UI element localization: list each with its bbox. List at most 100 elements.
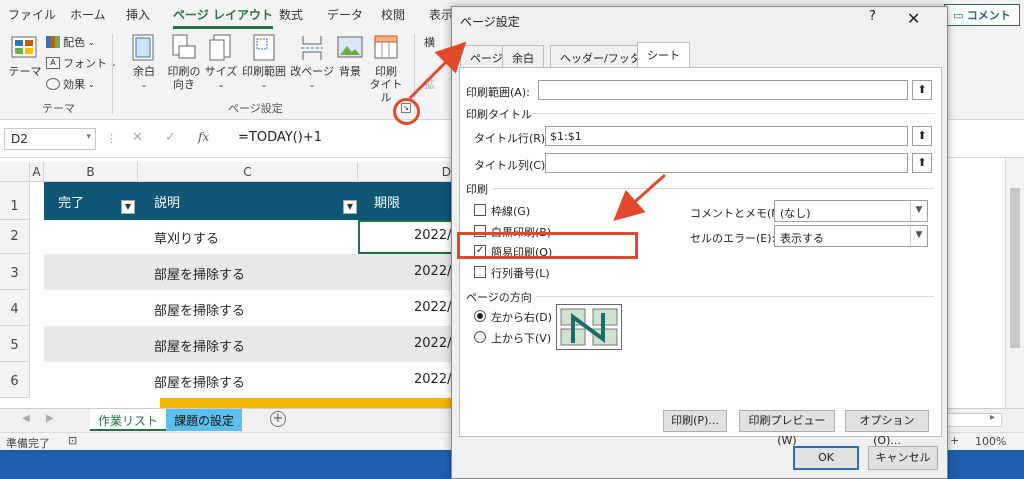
add-sheet-icon[interactable]: +: [270, 411, 286, 427]
scroll-right-icon[interactable]: ▶: [46, 413, 54, 424]
cell-errors-select[interactable]: 表示する ▼: [774, 225, 928, 247]
row-col-headings-checkbox[interactable]: [474, 266, 486, 278]
zoom-level[interactable]: 100%: [975, 435, 1006, 448]
print-button[interactable]: 印刷(P)...: [663, 410, 727, 432]
themes-button[interactable]: テーマ: [8, 34, 42, 78]
tab-review[interactable]: 校閲: [381, 6, 405, 23]
collapse-dialog-icon[interactable]: ⬆: [912, 80, 932, 100]
row-header-1[interactable]: 1: [0, 182, 30, 220]
size-button[interactable]: サイズ ⌄: [204, 34, 238, 91]
colors-button[interactable]: 配色 ⌄: [46, 34, 95, 50]
comments-select-value: (なし): [780, 207, 811, 220]
cell-description: 部屋を掃除する: [154, 340, 246, 355]
tab-home[interactable]: ホーム: [70, 6, 106, 23]
scroll-left-icon[interactable]: ◀: [22, 413, 30, 424]
row-header-5[interactable]: 5: [0, 326, 30, 362]
chevron-down-icon: ⌄: [88, 79, 95, 89]
sheet-tab-settings[interactable]: 課題の設定: [166, 409, 243, 431]
effects-label: 効果: [63, 78, 85, 91]
title-rows-label: タイトル行(R):: [474, 132, 549, 145]
orientation-button[interactable]: 印刷の 向き: [164, 34, 204, 91]
table-row[interactable]: 部屋を掃除する 2022/: [44, 254, 454, 290]
sheet-tab-task-list[interactable]: 作業リスト: [90, 409, 167, 431]
highlight-circle: [393, 98, 420, 125]
page-order-preview: [556, 304, 622, 350]
print-section-heading: 印刷: [466, 183, 488, 196]
left-to-right-radio[interactable]: [474, 310, 486, 322]
width-partial[interactable]: 横: [424, 34, 435, 50]
collapse-dialog-icon[interactable]: ⬆: [912, 126, 932, 146]
collapse-dialog-icon[interactable]: ⬆: [912, 153, 932, 173]
column-header-d[interactable]: D: [358, 162, 454, 182]
scroll-right-icon[interactable]: ▸: [990, 412, 995, 423]
select-all-corner[interactable]: [0, 162, 30, 182]
breaks-button[interactable]: 改ページ ⌄: [290, 34, 334, 91]
title-rows-input[interactable]: $1:$1: [545, 126, 908, 146]
tab-page-layout[interactable]: ページ レイアウト: [173, 6, 273, 29]
top-to-bottom-label: 上から下(V): [491, 332, 552, 345]
row-header-6[interactable]: 6: [0, 362, 30, 398]
page-order-preview-icon: [560, 308, 618, 346]
table-row[interactable]: 部屋を掃除する 2022/: [44, 362, 454, 398]
table-row[interactable]: 草刈りする 2022/: [44, 220, 454, 254]
title-columns-input[interactable]: [545, 153, 908, 173]
help-icon[interactable]: ?: [869, 9, 876, 24]
filter-dropdown-icon[interactable]: ▼: [343, 200, 357, 214]
column-header-c[interactable]: C: [138, 162, 358, 182]
print-titles-button[interactable]: 印刷 タイトル: [368, 34, 404, 104]
cell-description: 草刈りする: [154, 232, 220, 247]
ok-button[interactable]: OK: [793, 446, 859, 470]
print-area-input[interactable]: [538, 80, 908, 100]
cell-due: 2022/: [414, 336, 452, 351]
zoom-in-icon[interactable]: +: [950, 434, 959, 447]
table-accent-bar: [160, 398, 454, 408]
divider: [536, 296, 934, 297]
gridlines-checkbox[interactable]: [474, 204, 486, 216]
name-box[interactable]: D2 ▾: [4, 128, 96, 150]
effects-button[interactable]: 効果 ⌄: [46, 76, 95, 92]
formula-input[interactable]: =TODAY()+1: [238, 130, 322, 145]
tab-insert[interactable]: 挿入: [126, 6, 150, 23]
column-header-a[interactable]: A: [30, 162, 44, 182]
comments-select[interactable]: (なし) ▼: [774, 200, 928, 222]
tab-margins[interactable]: 余白: [502, 45, 544, 67]
chevron-down-icon: ⌄: [140, 80, 148, 89]
cell-errors-label: セルのエラー(E):: [690, 232, 776, 245]
background-button[interactable]: 背景: [334, 34, 366, 78]
column-header-b[interactable]: B: [44, 162, 138, 182]
themes-group-label: テーマ: [42, 102, 75, 115]
top-to-bottom-radio[interactable]: [474, 331, 486, 343]
header-done: 完了: [58, 196, 85, 211]
scrollbar-thumb[interactable]: [1010, 188, 1020, 348]
tab-file[interactable]: ファイル: [8, 6, 56, 23]
row-header-3[interactable]: 3: [0, 254, 30, 290]
tab-sheet[interactable]: シート: [637, 42, 690, 68]
options-button[interactable]: オプション(O)...: [845, 410, 929, 447]
tab-formulas[interactable]: 数式: [279, 6, 303, 23]
comment-button[interactable]: ▭ コメント: [944, 4, 1020, 26]
page-order-heading: ページの方向: [466, 291, 532, 304]
row-header-4[interactable]: 4: [0, 290, 30, 326]
vertical-scrollbar[interactable]: [1005, 158, 1024, 408]
table-row[interactable]: 部屋を掃除する 2022/: [44, 326, 454, 362]
print-preview-button[interactable]: 印刷プレビュー(W): [739, 410, 835, 447]
print-area-button[interactable]: 印刷範囲 ⌄: [240, 34, 288, 91]
margins-button[interactable]: 余白 ⌄: [124, 34, 164, 91]
table-row[interactable]: 部屋を掃除する 2022/: [44, 290, 454, 326]
fonts-button[interactable]: A フォント ⌄: [46, 55, 117, 71]
accessibility-icon[interactable]: ⊡: [68, 434, 77, 447]
insert-function-icon[interactable]: fx: [198, 130, 209, 144]
cancel-entry-icon[interactable]: ✕: [132, 130, 143, 145]
row-header-2[interactable]: 2: [0, 220, 30, 254]
cancel-button[interactable]: キャンセル: [868, 446, 938, 470]
colors-icon: [46, 36, 60, 48]
highlight-box: [457, 232, 638, 259]
print-titles-label-1: 印刷: [375, 65, 397, 78]
orientation-label-1: 印刷の: [167, 65, 201, 78]
filter-dropdown-icon[interactable]: ▼: [121, 200, 135, 214]
tab-view[interactable]: 表示: [429, 6, 453, 23]
close-icon[interactable]: ✕: [907, 9, 920, 28]
confirm-entry-icon[interactable]: ✓: [165, 130, 176, 145]
background-image-icon: [337, 36, 363, 58]
tab-data[interactable]: データ: [327, 6, 363, 23]
